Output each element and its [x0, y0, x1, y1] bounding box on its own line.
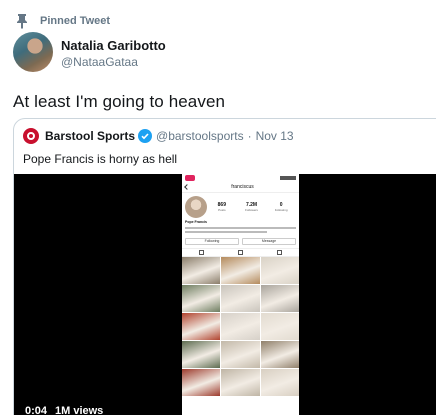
grid-icon — [199, 250, 204, 255]
phone-grid-photo — [260, 257, 299, 284]
phone-bio-name: Pope Francis — [185, 220, 207, 224]
stat-posts-label: Posts — [218, 208, 226, 212]
pinned-label: Pinned Tweet — [40, 15, 111, 27]
phone-stat: 0 Following — [266, 202, 296, 212]
quoted-header: Barstool Sports @barstoolsports · Nov 13 — [23, 128, 294, 144]
stat-following-label: Following — [274, 208, 288, 212]
phone-stat: 7.2M Followers — [237, 202, 267, 212]
verified-badge-icon — [138, 129, 153, 143]
phone-grid-photo — [182, 257, 221, 284]
stat-followers-label: Followers — [245, 208, 258, 212]
phone-grid-photo — [221, 313, 260, 340]
tweet-text: At least I'm going to heaven — [13, 92, 226, 111]
phone-grid-photo — [182, 285, 221, 312]
phone-grid-photo — [182, 313, 221, 340]
reels-icon — [238, 250, 243, 255]
phone-photo-grid — [182, 257, 299, 396]
phone-username: franciscus — [231, 184, 254, 190]
video-time: 0:04 — [25, 405, 48, 415]
phone-stat: 869 Posts — [207, 202, 237, 212]
quoted-date[interactable]: Nov 13 — [256, 129, 294, 143]
phone-buttons: Following Message — [182, 235, 299, 248]
phone-grid-photo — [260, 341, 299, 368]
video-views: 1M views — [55, 405, 104, 415]
phone-grid-photo — [221, 369, 260, 396]
pin-icon — [17, 14, 27, 29]
phone-bio-line — [185, 231, 267, 233]
phone-grid-photo — [182, 369, 221, 396]
phone-grid-photo — [260, 369, 299, 396]
phone-grid-photo — [260, 285, 299, 312]
quoted-avatar — [23, 128, 39, 144]
live-badge — [185, 175, 195, 181]
phone-grid-photo — [182, 341, 221, 368]
back-arrow-icon — [184, 184, 190, 190]
phone-profile-pic — [185, 196, 207, 218]
phone-tabs — [182, 248, 299, 257]
phone-grid-photo — [221, 257, 260, 284]
meta-separator: · — [247, 129, 252, 143]
author-block: Natalia Garibotto @NataaGataa — [61, 38, 166, 70]
quoted-name: Barstool Sports — [45, 129, 136, 143]
quoted-handle: @barstoolsports — [156, 129, 244, 143]
pinned-indicator: Pinned Tweet — [16, 12, 110, 30]
video-frame-phone: franciscus 869 Posts 7.2M Followers 0 Fo… — [182, 174, 299, 415]
phone-bio-line — [185, 227, 296, 229]
battery-icon — [280, 176, 296, 180]
author-handle[interactable]: @NataaGataa — [61, 54, 166, 70]
tagged-icon — [277, 250, 282, 255]
phone-following-button: Following — [185, 238, 239, 245]
phone-profile: 869 Posts 7.2M Followers 0 Following — [182, 193, 299, 219]
author-name[interactable]: Natalia Garibotto — [61, 38, 166, 54]
phone-message-button: Message — [242, 238, 296, 245]
phone-grid-photo — [260, 313, 299, 340]
phone-topbar: franciscus — [182, 182, 299, 193]
phone-grid-photo — [221, 341, 260, 368]
video-player[interactable]: franciscus 869 Posts 7.2M Followers 0 Fo… — [14, 174, 436, 415]
phone-status-bar — [182, 174, 299, 182]
quoted-text: Pope Francis is horny as hell — [23, 152, 178, 166]
avatar[interactable] — [13, 32, 53, 72]
quoted-tweet[interactable]: Barstool Sports @barstoolsports · Nov 13… — [13, 118, 436, 415]
phone-grid-photo — [221, 285, 260, 312]
